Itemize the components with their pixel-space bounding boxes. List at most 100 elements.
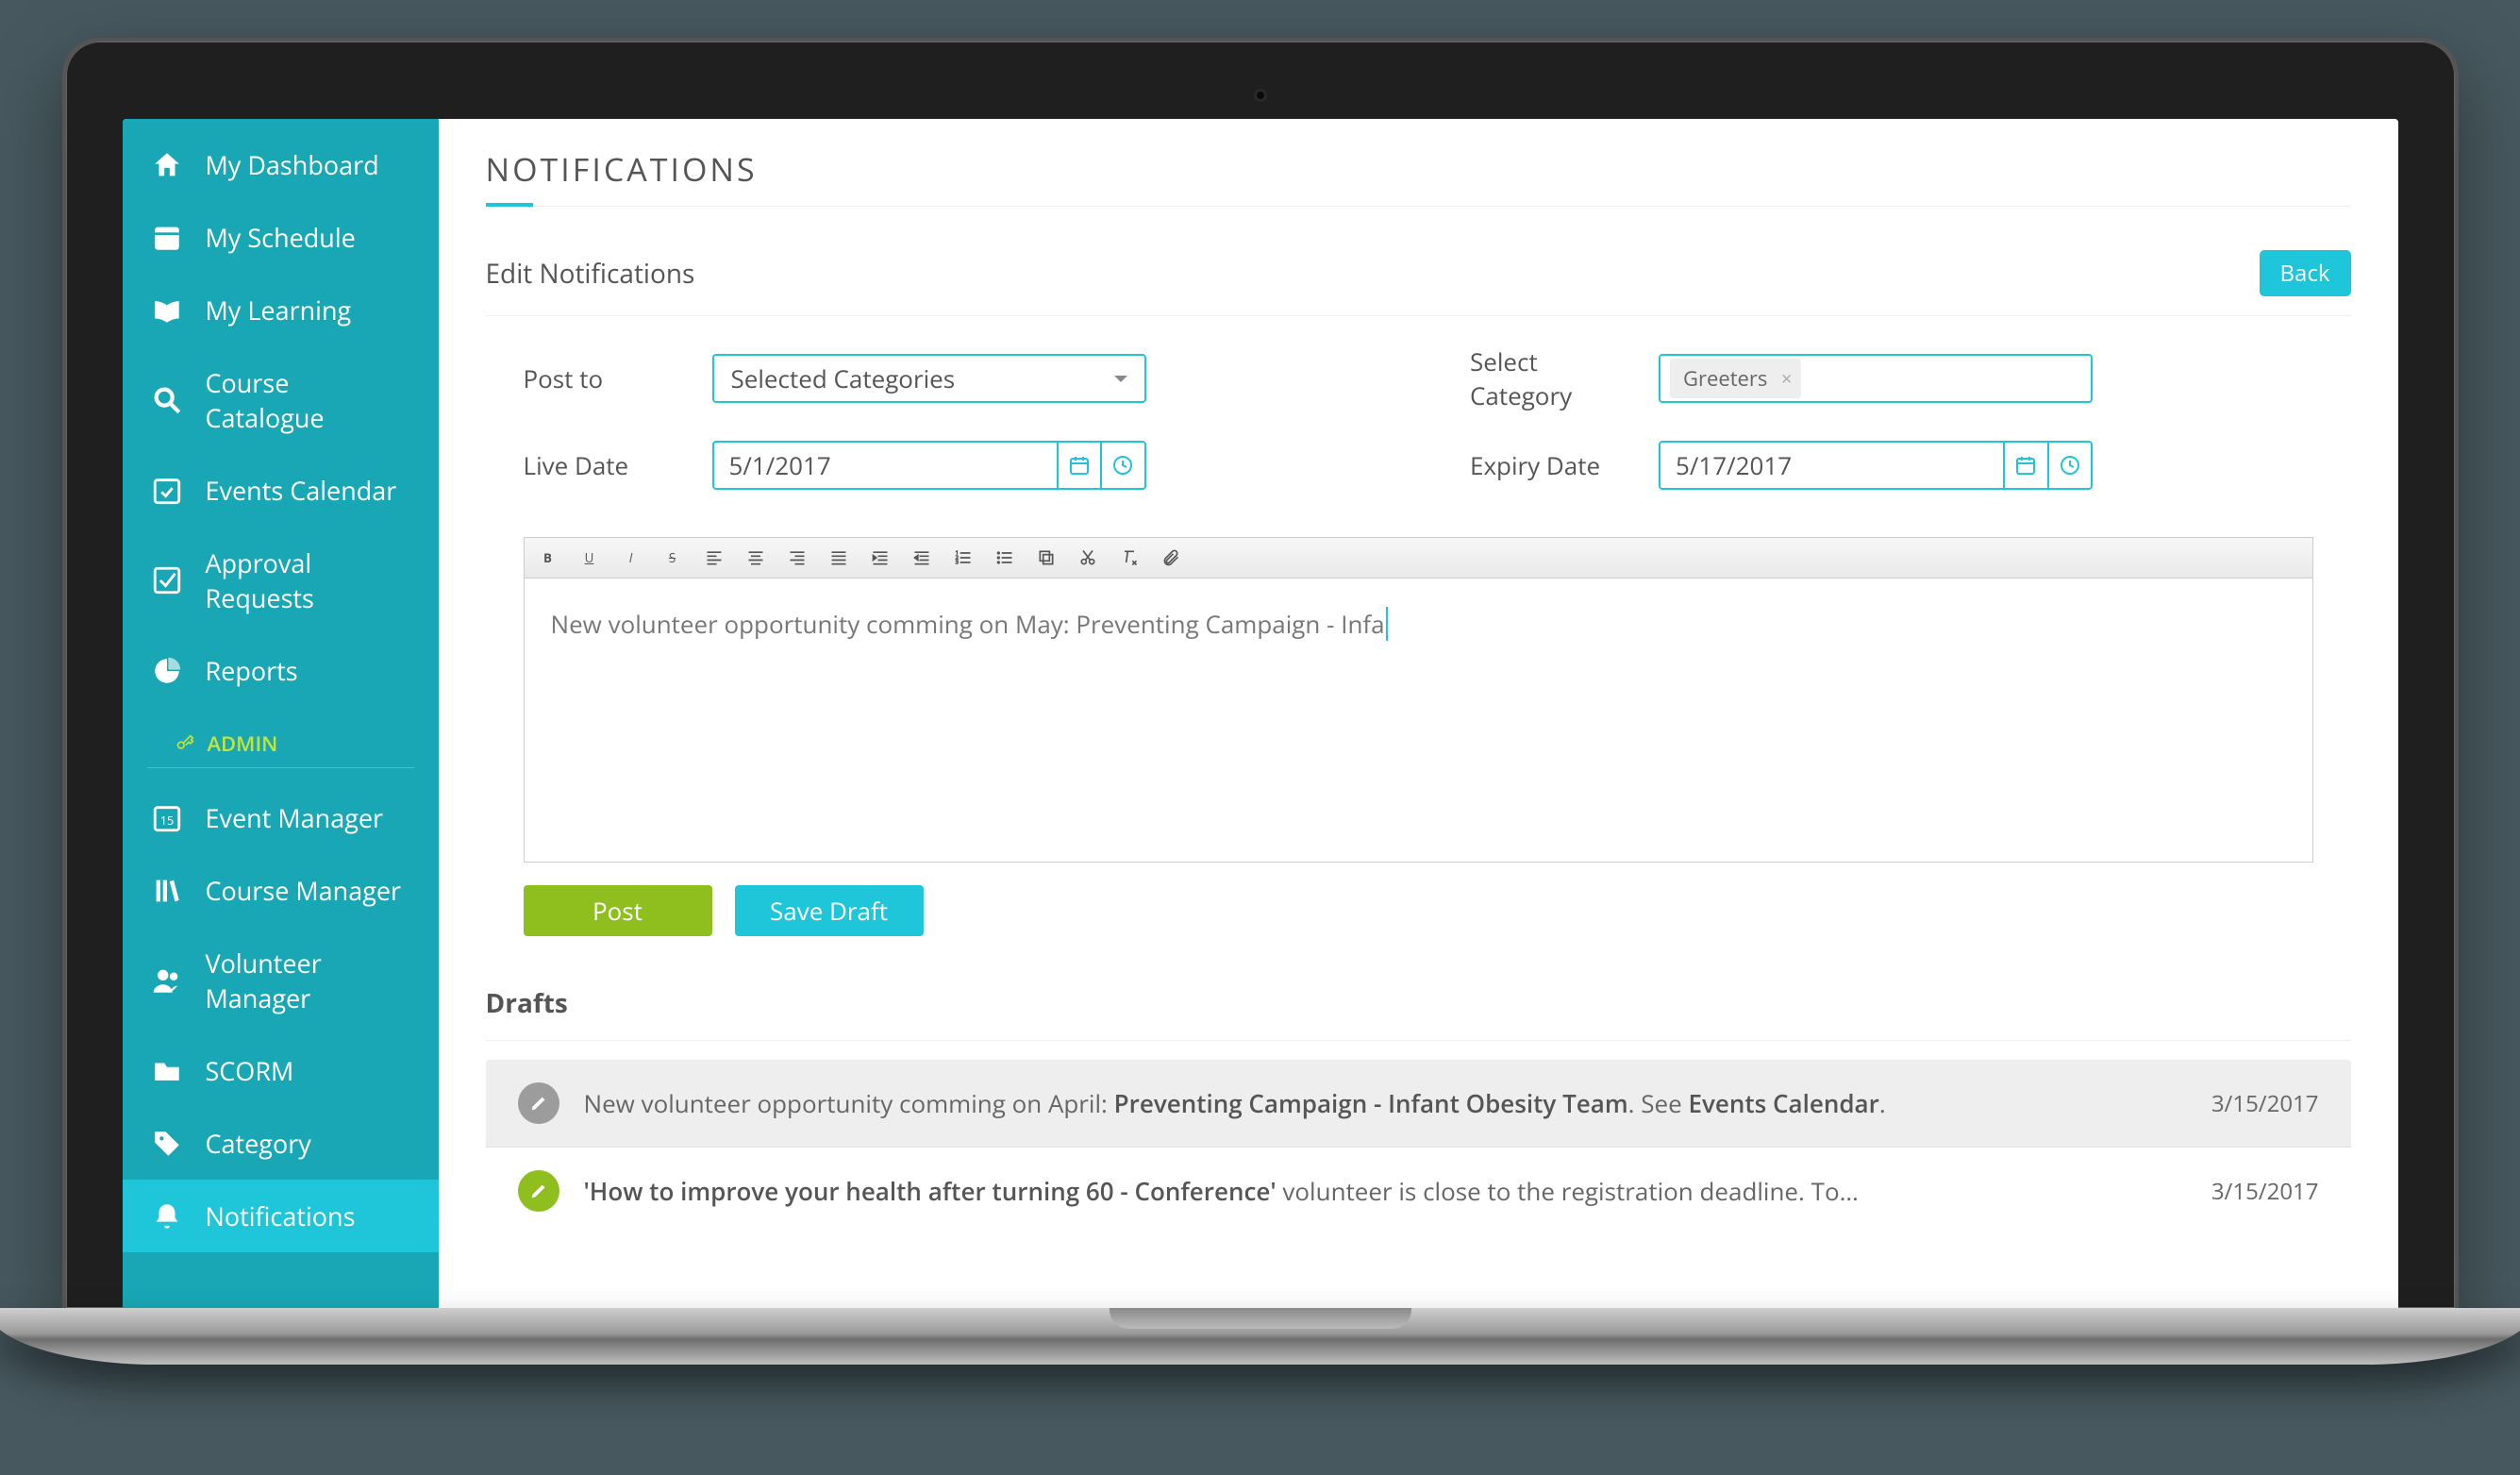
unordered-list-button[interactable] <box>991 544 1019 572</box>
main-content: NOTIFICATIONS Edit Notifications Back Po… <box>439 119 2398 1308</box>
rich-text-editor: B U I S 123 <box>524 537 2313 863</box>
book-open-icon <box>151 294 183 327</box>
live-date-input[interactable] <box>714 443 1057 488</box>
page-title: NOTIFICATIONS <box>486 147 2351 207</box>
sidebar-item-my-schedule[interactable]: My Schedule <box>123 201 439 274</box>
sidebar-item-category[interactable]: Category <box>123 1107 439 1180</box>
calendar-check-icon <box>151 475 183 507</box>
live-date-time-button[interactable] <box>1100 443 1144 488</box>
sidebar-item-events-calendar[interactable]: Events Calendar <box>123 454 439 527</box>
draft-text: 'How to improve your health after turnin… <box>584 1174 2187 1208</box>
bell-icon <box>151 1200 183 1232</box>
live-date-label: Live Date <box>524 448 675 482</box>
attachment-button[interactable] <box>1157 544 1185 572</box>
pie-chart-icon <box>151 655 183 687</box>
chevron-down-icon <box>1114 376 1127 389</box>
ordered-list-button[interactable]: 123 <box>949 544 977 572</box>
svg-text:3: 3 <box>955 559 958 566</box>
key-icon <box>175 734 194 753</box>
sidebar-item-my-learning[interactable]: My Learning <box>123 274 439 346</box>
expiry-date-calendar-button[interactable] <box>2003 443 2047 488</box>
align-justify-button[interactable] <box>825 544 853 572</box>
outdent-button[interactable] <box>908 544 936 572</box>
sidebar-item-course-manager[interactable]: Course Manager <box>123 854 439 927</box>
sidebar-item-label: Course Manager <box>206 873 402 908</box>
calendar-day-icon: 15 <box>151 802 183 834</box>
post-button[interactable]: Post <box>524 885 712 936</box>
sidebar-item-label: Event Manager <box>206 800 384 835</box>
edit-draft-icon[interactable] <box>518 1082 559 1124</box>
drafts-list: New volunteer opportunity comming on Apr… <box>486 1060 2351 1234</box>
save-draft-button[interactable]: Save Draft <box>735 885 924 936</box>
sidebar: My Dashboard My Schedule My Learning Cou… <box>123 119 439 1308</box>
calendar-icon <box>2014 454 2037 477</box>
align-center-button[interactable] <box>742 544 770 572</box>
post-to-select[interactable]: Selected Categories <box>712 354 1146 403</box>
editor-toolbar: B U I S 123 <box>525 538 2312 578</box>
strike-button[interactable]: S <box>659 544 687 572</box>
svg-text:15: 15 <box>159 812 174 829</box>
sidebar-item-label: Events Calendar <box>206 473 397 508</box>
edit-draft-icon[interactable] <box>518 1170 559 1212</box>
align-right-button[interactable] <box>783 544 811 572</box>
sidebar-item-scorm[interactable]: SCORM <box>123 1034 439 1107</box>
remove-tag-icon[interactable]: × <box>1781 366 1792 392</box>
panel-title-text: Edit Notifications <box>486 256 695 292</box>
folder-icon <box>151 1055 183 1087</box>
sidebar-item-label: Approval Requests <box>206 545 410 615</box>
sidebar-item-approval-requests[interactable]: Approval Requests <box>123 527 439 634</box>
italic-button[interactable]: I <box>617 544 645 572</box>
sidebar-item-label: My Schedule <box>206 220 356 255</box>
drafts-section-title: Drafts <box>486 974 2351 1041</box>
clear-format-button[interactable] <box>1115 544 1143 572</box>
indent-button[interactable] <box>866 544 894 572</box>
select-category-input[interactable]: Greeters × <box>1659 354 2093 403</box>
sidebar-item-my-dashboard[interactable]: My Dashboard <box>123 128 439 201</box>
app-root: My Dashboard My Schedule My Learning Cou… <box>123 119 2398 1308</box>
sidebar-item-label: SCORM <box>206 1053 294 1088</box>
calendar-icon <box>1068 454 1091 477</box>
copy-button[interactable] <box>1032 544 1060 572</box>
align-left-button[interactable] <box>700 544 728 572</box>
sidebar-item-reports[interactable]: Reports <box>123 634 439 707</box>
expiry-date-input[interactable] <box>1661 443 2003 488</box>
sidebar-item-label: Notifications <box>206 1198 356 1233</box>
post-to-label: Post to <box>524 361 675 395</box>
live-date-calendar-button[interactable] <box>1057 443 1101 488</box>
editor-content-text: New volunteer opportunity comming on May… <box>551 607 1388 641</box>
sidebar-item-label: Course Catalogue <box>206 365 410 435</box>
home-icon <box>151 149 183 181</box>
select-category-label: Select Category <box>1470 344 1621 412</box>
sidebar-item-label: My Learning <box>206 293 352 327</box>
sidebar-item-volunteer-manager[interactable]: Volunteer Manager <box>123 927 439 1034</box>
books-icon <box>151 875 183 907</box>
cut-button[interactable] <box>1074 544 1102 572</box>
draft-date: 3/15/2017 <box>2211 1176 2319 1207</box>
draft-date: 3/15/2017 <box>2211 1088 2319 1119</box>
draft-row[interactable]: 'How to improve your health after turnin… <box>486 1148 2351 1234</box>
edit-notifications-panel: Edit Notifications Back Post to Selected… <box>486 243 2351 946</box>
sidebar-item-event-manager[interactable]: 15 Event Manager <box>123 781 439 854</box>
sidebar-admin-header: ADMIN <box>147 714 414 768</box>
underline-button[interactable]: U <box>576 544 604 572</box>
calendar-grid-icon <box>151 222 183 254</box>
sidebar-item-label: Reports <box>206 653 298 688</box>
sidebar-item-label: My Dashboard <box>206 147 379 182</box>
bold-button[interactable]: B <box>534 544 562 572</box>
sidebar-item-label: Category <box>206 1126 311 1161</box>
clock-icon <box>2059 454 2081 477</box>
search-icon <box>151 384 183 416</box>
expiry-date-time-button[interactable] <box>2047 443 2092 488</box>
post-to-value: Selected Categories <box>731 361 956 395</box>
category-tag: Greeters × <box>1670 359 1801 398</box>
clock-icon <box>1111 454 1134 477</box>
sidebar-item-label: Volunteer Manager <box>206 946 410 1015</box>
tags-icon <box>151 1128 183 1160</box>
sidebar-item-course-catalogue[interactable]: Course Catalogue <box>123 346 439 454</box>
back-button[interactable]: Back <box>2260 250 2351 296</box>
laptop-camera <box>1254 89 1267 102</box>
editor-textarea[interactable]: New volunteer opportunity comming on May… <box>525 578 2312 862</box>
draft-text: New volunteer opportunity comming on Apr… <box>584 1086 2187 1120</box>
sidebar-item-notifications[interactable]: Notifications <box>123 1180 439 1252</box>
draft-row[interactable]: New volunteer opportunity comming on Apr… <box>486 1060 2351 1148</box>
